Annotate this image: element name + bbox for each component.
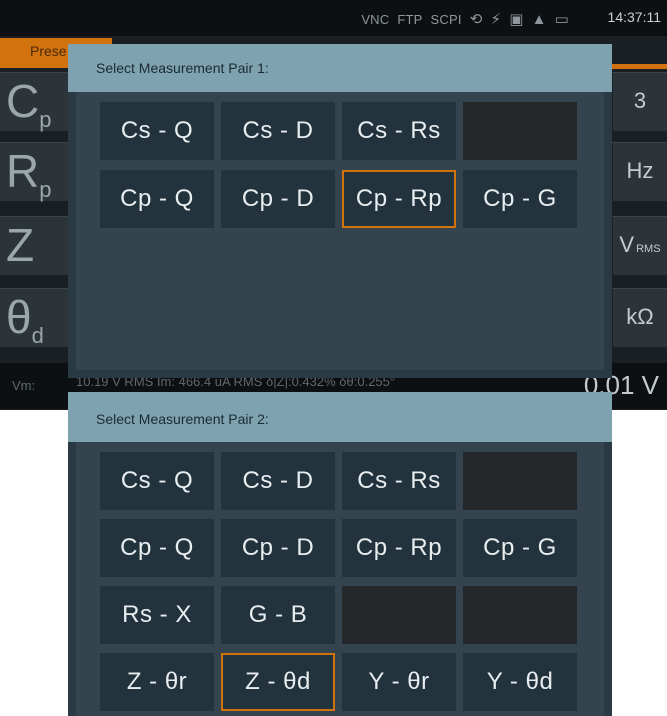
empty-slot — [463, 102, 577, 160]
pair-button[interactable]: Cp - Rp — [342, 519, 456, 577]
param-unit[interactable]: 3 — [613, 73, 667, 131]
pair-button[interactable]: Y - θd — [463, 653, 577, 711]
accent-bar — [612, 64, 667, 69]
status-items: VNC FTP SCPI ⟲ ⚡ ▣ ▲ ▭ — [361, 10, 569, 29]
empty-slot — [342, 586, 456, 644]
empty-slot — [463, 452, 577, 510]
status-bar: VNC FTP SCPI ⟲ ⚡ ▣ ▲ ▭ 14:37:11 — [0, 0, 667, 36]
status-scpi: SCPI — [430, 11, 462, 27]
clock: 14:37:11 — [607, 9, 661, 25]
lock-icon: ▲ — [531, 10, 547, 28]
pair-button[interactable]: Z - θr — [100, 653, 214, 711]
pair-button[interactable]: Cp - G — [463, 170, 577, 228]
lightning-icon: ⚡ — [490, 11, 502, 28]
screenshot-icon: ▣ — [509, 11, 524, 28]
param-symbol: Z — [0, 217, 74, 275]
pair-button[interactable]: Cp - Q — [100, 170, 214, 228]
pair-button[interactable]: Cp - D — [221, 170, 335, 228]
pair-button[interactable]: Cs - D — [221, 102, 335, 160]
pair-button[interactable]: G - B — [221, 586, 335, 644]
empty-slot — [463, 586, 577, 644]
dialog-body: Cs - Q Cs - D Cs - Rs Cp - Q Cp - D Cp - Rp Cp… — [76, 442, 604, 716]
loop-icon: ⟲ — [469, 11, 483, 28]
pair-button[interactable]: Cp - D — [221, 519, 335, 577]
param-symbol: Rp — [0, 143, 74, 202]
dialog-title: Select Measurement Pair 1: — [68, 44, 612, 92]
dialog-body: Cs - Q Cs - D Cs - Rs Cp - Q Cp - D Cp - Rp Cp… — [76, 92, 604, 370]
pair-button[interactable]: Cp - Q — [100, 519, 214, 577]
pair-button[interactable]: Cs - Q — [100, 102, 214, 160]
pair-button[interactable]: Cs - D — [221, 452, 335, 510]
param-symbol: θd — [0, 289, 74, 348]
param-unit[interactable]: kΩ — [613, 289, 667, 347]
pair-button[interactable]: Cp - G — [463, 519, 577, 577]
dialog-title: Select Measurement Pair 2: — [68, 392, 612, 442]
pair-button[interactable]: Cs - Rs — [342, 102, 456, 160]
pair-button[interactable]: Cp - Rp — [342, 170, 456, 228]
status-ftp: FTP — [397, 11, 423, 27]
param-symbol: Cp — [0, 73, 74, 132]
pair-button[interactable]: Z - θd — [221, 653, 335, 711]
pair-button[interactable]: Rs - X — [100, 586, 214, 644]
measurement-pair-1-dialog: Select Measurement Pair 1: Cs - Q Cs - DC… — [68, 44, 612, 378]
measurement-pair-2-dialog: Select Measurement Pair 2: Cs - Q Cs - DC… — [68, 392, 612, 716]
vm-label: Vm: — [12, 378, 36, 393]
pair-button[interactable]: Cs - Q — [100, 452, 214, 510]
pair-button[interactable]: Y - θr — [342, 653, 456, 711]
param-unit[interactable]: V RMS — [613, 217, 667, 275]
status-vnc: VNC — [361, 11, 390, 27]
storage-icon: ▭ — [554, 11, 569, 28]
pair-button[interactable]: Cs - Rs — [342, 452, 456, 510]
param-unit[interactable]: Hz — [613, 143, 667, 201]
